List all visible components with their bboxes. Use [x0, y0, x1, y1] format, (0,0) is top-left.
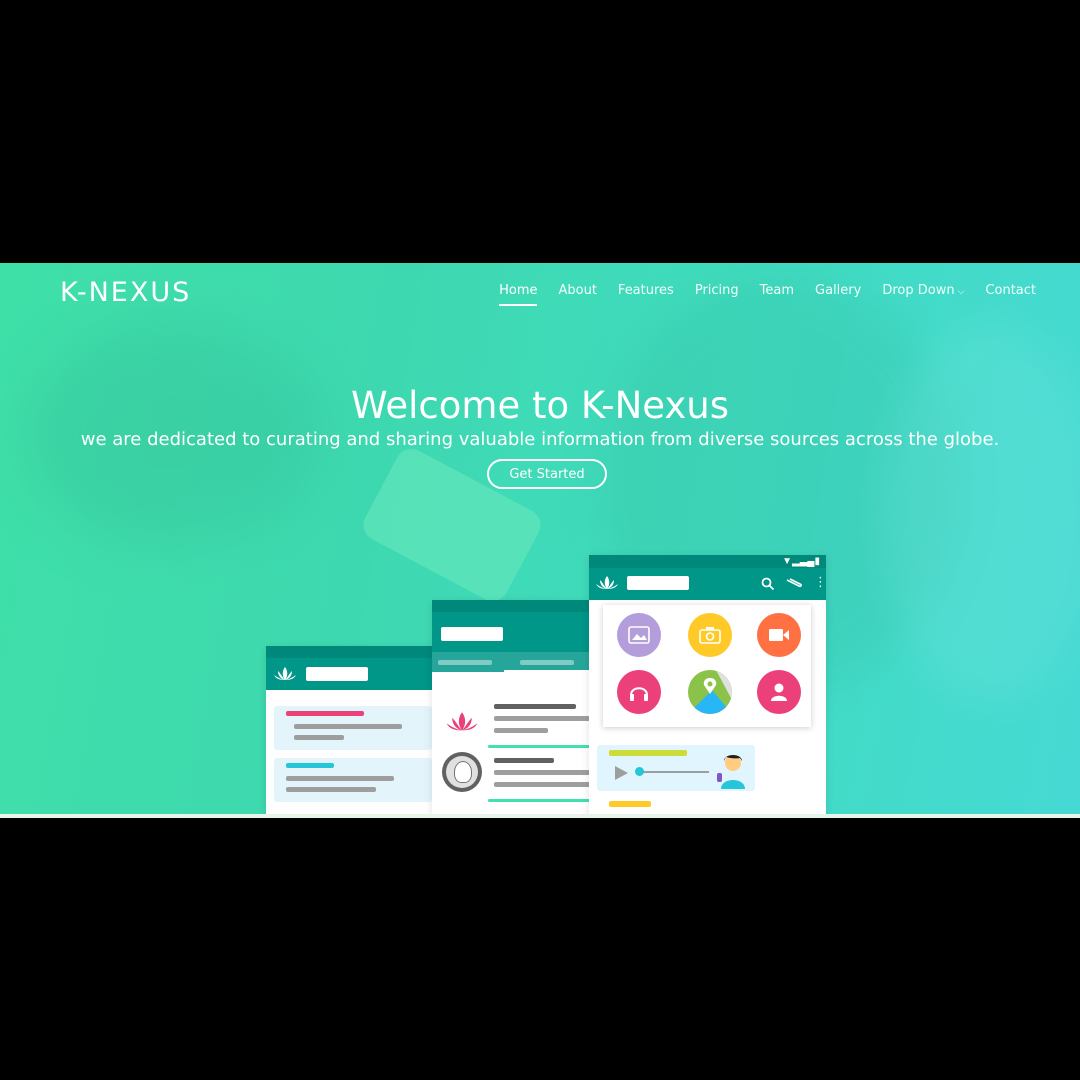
lotus-icon: [274, 667, 296, 680]
audio-progress-thumb[interactable]: [635, 767, 644, 776]
card-line: [294, 735, 344, 740]
camera-icon[interactable]: [688, 613, 732, 657]
avatar: [442, 752, 482, 792]
toolbar-title-placeholder: [627, 576, 689, 590]
nav-item-dropdown[interactable]: Drop Down ⌵: [882, 283, 964, 306]
card-line: [286, 787, 376, 792]
signal-battery-icon: ▼▂▃▄▮: [782, 556, 820, 567]
nav-item-gallery[interactable]: Gallery: [815, 283, 861, 306]
card-line: [609, 801, 651, 807]
phone-mockup-left: [266, 646, 432, 818]
play-icon[interactable]: [613, 765, 629, 781]
nav-item-home[interactable]: Home: [499, 283, 538, 306]
main-nav: Home About Features Pricing Team Gallery…: [478, 283, 1036, 306]
list-divider: [488, 745, 590, 748]
card-line: [286, 776, 394, 781]
nav-item-contact[interactable]: Contact: [985, 283, 1036, 306]
toolbar-title-placeholder: [306, 667, 368, 681]
attachment-popup: [603, 605, 811, 727]
phone-mockup-middle: [432, 600, 590, 818]
avatar: [717, 755, 745, 789]
hero-title: Welcome to K-Nexus: [350, 383, 730, 427]
list-line: [494, 728, 548, 733]
card-line: [294, 724, 402, 729]
hero-section: K-NEXUS Home About Features Pricing Team…: [0, 263, 1080, 818]
hero-subtitle: we are dedicated to curating and sharing…: [80, 429, 1000, 450]
list-line: [494, 758, 554, 763]
image-icon[interactable]: [617, 613, 661, 657]
card-line: [286, 763, 334, 768]
nav-item-pricing[interactable]: Pricing: [695, 283, 739, 306]
tab-indicator: [504, 670, 590, 672]
tab-placeholder: [438, 660, 492, 665]
list-line: [494, 782, 590, 787]
message-card: [274, 758, 432, 802]
attachment-icon: [786, 578, 802, 588]
card-line: [286, 711, 364, 716]
chevron-down-icon: ⌵: [957, 287, 965, 297]
headphones-icon[interactable]: [617, 670, 661, 714]
nav-item-dropdown-label: Drop Down: [882, 283, 955, 298]
video-icon[interactable]: [757, 613, 801, 657]
voice-message-card: [597, 745, 755, 791]
get-started-button[interactable]: Get Started: [487, 459, 607, 489]
nav-item-team[interactable]: Team: [760, 283, 794, 306]
letterbox-top: [0, 0, 1080, 263]
tab-placeholder: [520, 660, 574, 665]
more-vert-icon: ⋮: [814, 574, 826, 589]
search-icon: [761, 577, 775, 591]
site-logo[interactable]: K-NEXUS: [60, 277, 191, 308]
phone-mockup-right: ▼▂▃▄▮ ⋮: [589, 555, 826, 818]
nav-item-features[interactable]: Features: [618, 283, 674, 306]
phone-status-bar: ▼▂▃▄▮: [589, 555, 826, 568]
toolbar-title-placeholder: [441, 627, 503, 641]
list-line: [494, 704, 576, 709]
contact-icon[interactable]: [757, 670, 801, 714]
map-icon[interactable]: [688, 670, 732, 714]
phone-status-bar: [432, 600, 590, 612]
nav-item-about[interactable]: About: [558, 283, 596, 306]
list-divider: [488, 799, 590, 802]
background-photo-shape: [880, 323, 1080, 703]
letterbox-bottom: [0, 818, 1080, 1080]
list-line: [494, 716, 590, 721]
list-line: [494, 770, 590, 775]
card-line: [609, 750, 687, 756]
lotus-icon: [446, 712, 478, 731]
message-card: [274, 706, 432, 750]
audio-progress-track: [637, 771, 709, 773]
phone-status-bar: [266, 646, 432, 658]
lotus-icon: [596, 576, 618, 589]
